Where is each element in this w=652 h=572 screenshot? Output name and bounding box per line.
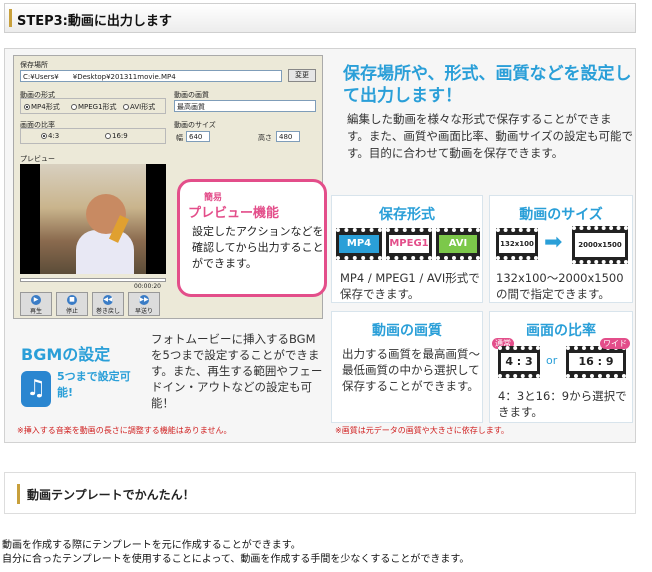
- time-display: 00:00:20: [134, 283, 161, 290]
- bgm-badge: 5つまで設定可能!: [57, 370, 131, 399]
- preview-callout: 簡易 プレビュー機能 設定したアクションなどを確認してから出力することができます…: [177, 179, 327, 297]
- seek-bar[interactable]: [20, 278, 166, 282]
- save-path-field[interactable]: C:¥Users¥ ¥Desktop¥201311movie.MP4: [20, 70, 282, 82]
- film-mpeg1-label: MPEG1: [389, 235, 429, 253]
- save-location-label: 保存場所: [20, 61, 48, 69]
- film-avi-label: AVI: [439, 235, 477, 253]
- height-label: 高さ: [258, 134, 272, 142]
- bgm-note: ※挿入する音楽を動画の長さに調整する機能はありません。: [17, 426, 232, 435]
- bgm-body: フォトムービーに挿入するBGMを5つまで設定することができます。また、再生する範…: [151, 332, 323, 410]
- video-frame: [40, 164, 146, 274]
- quality-label: 動画の画質: [174, 91, 209, 99]
- film-mpeg1: MPEG1: [386, 228, 432, 260]
- rewind-label: 巻き戻し: [95, 308, 120, 315]
- aspect-16-9-label: 16:9: [112, 132, 128, 140]
- radio-icon: [71, 104, 77, 110]
- bgm-section: BGMの設定 ♫ 5つまで設定可能! フォトムービーに挿入するBGMを5つまで設…: [13, 329, 325, 421]
- film-small: 132x100: [496, 228, 538, 260]
- card-format-title: 保存形式: [379, 207, 435, 223]
- aspect-16-9-text: 16 : 9: [569, 353, 623, 371]
- film-4-3: 4 : 3: [498, 346, 540, 378]
- format-avi-label: AVI形式: [130, 103, 156, 111]
- width-field[interactable]: 640: [186, 131, 210, 142]
- template-section-header: 動画テンプレートでかんたん！: [4, 472, 636, 514]
- preview-label: プレビュー: [20, 155, 55, 163]
- or-text: or: [546, 354, 558, 367]
- headline: 保存場所や、形式、画質などを設定して出力します！: [343, 64, 632, 106]
- radio-icon: [24, 104, 30, 110]
- aspect-4-3-text: 4 : 3: [501, 353, 537, 371]
- forward-label: 早送り: [134, 308, 153, 315]
- film-avi: AVI: [436, 228, 480, 260]
- format-option-mp4[interactable]: MP4形式: [24, 102, 60, 112]
- format-group: MP4形式 MPEG1形式 AVI形式: [20, 98, 166, 114]
- card-aspect-title: 画面の比率: [526, 323, 596, 339]
- stop-icon: ■: [67, 295, 77, 305]
- radio-icon: [105, 133, 111, 139]
- card-quality-title: 動画の画質: [372, 323, 442, 339]
- template-accent-bar: [17, 484, 20, 504]
- callout-title: プレビュー機能: [188, 206, 280, 221]
- header-accent-bar: [9, 9, 12, 27]
- quality-select[interactable]: 最高画質: [174, 100, 316, 112]
- size-to-label: 2000x1500: [575, 233, 625, 257]
- aspect-group: 4:3 16:9: [20, 128, 166, 144]
- forward-button[interactable]: ▶▶ 早送り: [128, 292, 160, 316]
- fast-forward-icon: ▶▶: [139, 295, 149, 305]
- card-format: 保存形式 MP4 MPEG1 AVI MP4 / MPEG1 / AVI形式で保…: [331, 195, 483, 303]
- child-figure: [76, 230, 134, 274]
- play-label: 再生: [29, 308, 42, 315]
- stop-label: 停止: [65, 308, 78, 315]
- step-header: STEP3:動画に出力します: [4, 3, 636, 33]
- change-button[interactable]: 変更: [288, 69, 316, 82]
- card-quality-body: 出力する画質を最高画質～最低画質の中から選択して保存することができます。: [342, 347, 480, 393]
- format-mpeg1-label: MPEG1形式: [78, 103, 117, 111]
- size-label: 動画のサイズ: [174, 121, 216, 129]
- bgm-title: BGMの設定: [21, 345, 111, 364]
- card-size: 動画のサイズ 132x100 ➡ 2000x1500 132x100～2000x…: [489, 195, 633, 303]
- rewind-button[interactable]: ◀◀ 巻き戻し: [92, 292, 124, 316]
- size-from-label: 132x100: [499, 235, 535, 253]
- tag-wide: ワイド: [600, 338, 630, 349]
- card-format-body: MP4 / MPEG1 / AVI形式で保存できます。: [340, 271, 480, 301]
- preview-video: [20, 164, 166, 274]
- description: 編集した動画を様々な形式で保存することができます。また、画質や画面比率、動画サイ…: [347, 112, 634, 160]
- rewind-icon: ◀◀: [103, 295, 113, 305]
- card-size-body: 132x100～2000x1500の間で指定できます。: [496, 271, 624, 301]
- music-note-icon: ♫: [21, 371, 51, 407]
- stop-button[interactable]: ■ 停止: [56, 292, 88, 316]
- template-title: 動画テンプレートでかんたん！: [27, 488, 195, 502]
- play-icon: ▶: [31, 295, 41, 305]
- format-option-mpeg1[interactable]: MPEG1形式: [71, 102, 117, 112]
- card-aspect: 画面の比率 通常 4 : 3 or 16 : 9 ワイド 4：3と16：9から選…: [489, 311, 633, 423]
- arrow-right-icon: ➡: [544, 230, 563, 255]
- height-field[interactable]: 480: [276, 131, 300, 142]
- paragraph-line-1: 動画を作成する際にテンプレートを元に作成することができます。: [2, 540, 301, 551]
- aspect-4-3-label: 4:3: [48, 132, 60, 140]
- radio-icon: [41, 133, 47, 139]
- callout-body: 設定したアクションなどを確認してから出力することができます。: [192, 225, 324, 270]
- card-quality: 動画の画質 出力する画質を最高画質～最低画質の中から選択して保存することができま…: [331, 311, 483, 423]
- aspect-option-16-9[interactable]: 16:9: [105, 132, 128, 140]
- film-large: 2000x1500: [572, 226, 628, 264]
- feature-panel: 保存場所 C:¥Users¥ ¥Desktop¥201311movie.MP4 …: [4, 48, 636, 443]
- radio-icon: [123, 104, 129, 110]
- paragraph-line-2: 自分に合ったテンプレートを使用することによって、動画を作成する手間を少なくするこ…: [2, 554, 470, 565]
- aspect-option-4-3[interactable]: 4:3: [41, 132, 59, 140]
- play-button[interactable]: ▶ 再生: [20, 292, 52, 316]
- card-aspect-body: 4：3と16：9から選択できます。: [498, 389, 627, 419]
- film-mp4-label: MP4: [339, 235, 379, 253]
- format-option-avi[interactable]: AVI形式: [123, 102, 155, 112]
- film-mp4: MP4: [336, 228, 382, 260]
- quality-note: ※画質は元データの画質や大きさに依存します。: [335, 426, 509, 435]
- film-16-9: 16 : 9: [566, 346, 626, 378]
- step-title: STEP3:動画に出力します: [17, 14, 172, 29]
- width-label: 幅: [176, 134, 183, 142]
- format-mp4-label: MP4形式: [31, 103, 60, 111]
- card-size-title: 動画のサイズ: [519, 207, 603, 223]
